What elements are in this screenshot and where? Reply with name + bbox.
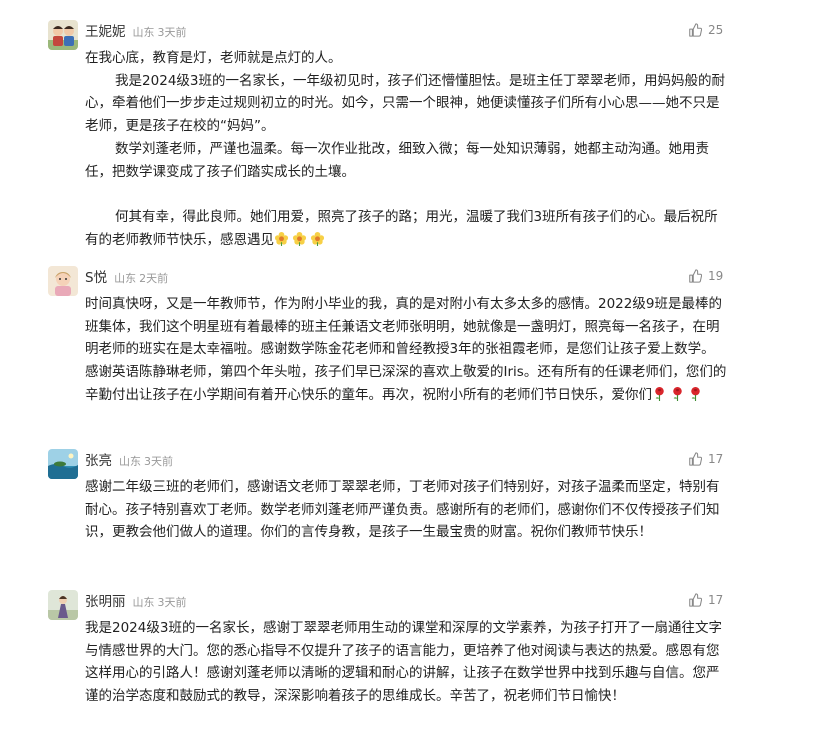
like-button[interactable]: 19 — [688, 266, 723, 286]
thumbs-up-icon — [689, 452, 702, 466]
comment-paragraph-with-emoji: 时间真快呀，又是一年教师节，作为附小毕业的我，真的是对附小有太多太多的感情。20… — [85, 293, 727, 407]
comment-time: 3天前 — [157, 26, 187, 39]
rose-emoji — [691, 386, 700, 401]
comment-paragraph: 我是2024级3班的一名家长，一年级初见时，孩子们还懵懂胆怯。是班主任丁翠翠老师… — [85, 72, 725, 135]
thumbs-up-icon — [689, 23, 702, 37]
user-name[interactable]: S悦 — [85, 266, 107, 286]
comment-paragraph: 在我心底，教育是灯，老师就是点灯的人。 — [85, 50, 342, 66]
comment-body: 我是2024级3班的一名家长，感谢丁翠翠老师用生动的课堂和深厚的文学素养，为孩子… — [85, 617, 727, 708]
comment-header: 王妮妮 山东 3天前 — [85, 20, 187, 44]
thumbs-up-icon — [689, 269, 702, 283]
user-name[interactable]: 张明丽 — [85, 590, 126, 610]
like-button[interactable]: 17 — [688, 590, 723, 610]
comment-paragraph-text: 时间真快呀，又是一年教师节，作为附小毕业的我，真的是对附小有太多太多的感情。20… — [85, 296, 727, 403]
comment-time: 3天前 — [144, 455, 173, 468]
comment-paragraph — [85, 183, 727, 206]
thumbs-up-icon — [689, 593, 702, 607]
like-count: 19 — [708, 269, 724, 283]
comment-body: 在我心底，教育是灯，老师就是点灯的人。 我是2024级3班的一名家长，一年级初见… — [85, 47, 727, 251]
rose-emoji — [655, 386, 664, 401]
comment-time: 3天前 — [157, 596, 187, 609]
like-count: 17 — [708, 593, 724, 607]
rose-emoji — [673, 386, 682, 401]
avatar[interactable] — [48, 20, 78, 50]
comment-time: 2天前 — [139, 272, 169, 285]
avatar[interactable] — [48, 266, 78, 296]
comment-body: 感谢二年级三班的老师们，感谢语文老师丁翠翠老师，丁老师对孩子们特别好，对孩子温柔… — [85, 476, 727, 544]
user-name[interactable]: 王妮妮 — [85, 20, 126, 40]
comment-paragraph-with-emoji: 何其有幸，得此良师。她们用爱，照亮了孩子的路；用光，温暖了我们3班所有孩子们的心… — [85, 206, 727, 251]
avatar[interactable] — [48, 590, 78, 620]
like-button[interactable]: 25 — [688, 20, 723, 40]
like-button[interactable]: 17 — [688, 449, 723, 469]
like-count: 25 — [708, 23, 724, 37]
comment-header: 张亮 山东 3天前 — [85, 449, 173, 473]
user-location: 山东 — [114, 272, 137, 285]
user-location: 山东 — [132, 596, 155, 609]
user-name[interactable]: 张亮 — [85, 449, 112, 469]
user-location: 山东 — [119, 455, 141, 468]
like-count: 17 — [708, 452, 724, 466]
comment-paragraph-text: 何其有幸，得此良师。她们用爱，照亮了孩子的路；用光，温暖了我们3班所有孩子们的心… — [85, 208, 718, 248]
flower-emoji — [274, 231, 289, 246]
comment-header: 张明丽 山东 3天前 — [85, 590, 187, 614]
flower-emoji — [292, 231, 307, 246]
comment-body: 时间真快呀，又是一年教师节，作为附小毕业的我，真的是对附小有太多太多的感情。20… — [85, 293, 727, 407]
user-location: 山东 — [132, 26, 155, 39]
flower-emoji — [310, 231, 325, 246]
comment-header: S悦 山东 2天前 — [85, 266, 168, 290]
comment-paragraph: 感谢二年级三班的老师们，感谢语文老师丁翠翠老师，丁老师对孩子们特别好，对孩子温柔… — [85, 479, 720, 541]
avatar[interactable] — [48, 449, 78, 479]
comment-paragraph: 我是2024级3班的一名家长，感谢丁翠翠老师用生动的课堂和深厚的文学素养，为孩子… — [85, 620, 722, 705]
comment-paragraph: 数学刘蓬老师，严谨也温柔。每一次作业批改，细致入微；每一处知识薄弱，她都主动沟通… — [85, 140, 710, 180]
